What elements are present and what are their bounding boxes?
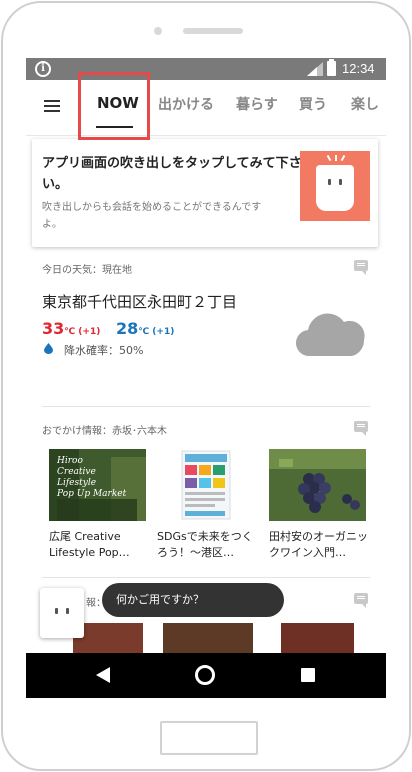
svg-text:Pop Up Market: Pop Up Market: [56, 489, 127, 499]
assistant-character-image: [300, 151, 370, 221]
weather-section-label: 今日の天気：現在地: [42, 265, 132, 276]
outing-thumbnail-2[interactable]: [157, 449, 254, 521]
food-thumbnail-2[interactable]: [163, 623, 253, 653]
app-screen: i 12:34 NOW 出かける 暮らす 買う 楽し アプリ画面の吹き出しをタッ…: [26, 58, 386, 698]
low-temp-value: 28: [116, 319, 139, 338]
section-divider: [42, 577, 370, 578]
high-temp-unit: ℃ (+1): [64, 327, 101, 337]
assistant-speech-bubble[interactable]: 何かご用ですか？: [102, 583, 284, 617]
chat-icon[interactable]: [354, 421, 368, 436]
speaker-grille: [183, 28, 243, 34]
cloud-icon: [296, 313, 365, 357]
outing-thumbnail-1[interactable]: Hiroo Creative Lifestyle Pop Up Market: [49, 449, 146, 521]
raindrop-icon: [44, 343, 53, 354]
assistant-avatar[interactable]: [40, 588, 84, 638]
svg-text:Lifestyle: Lifestyle: [56, 478, 96, 488]
tip-card[interactable]: アプリ画面の吹き出しをタップしてみて下さい。 吹き出しからも会話を始めることがで…: [32, 139, 378, 247]
home-icon[interactable]: [195, 665, 215, 685]
tab-now[interactable]: NOW: [97, 94, 139, 112]
svg-text:Creative: Creative: [57, 467, 96, 477]
section-divider: [42, 406, 370, 407]
navigation-bar: [26, 653, 386, 698]
high-temperature: 33℃ (+1): [42, 319, 100, 338]
tab-go-out[interactable]: 出かける: [158, 94, 214, 114]
low-temperature: 28℃ (+1): [116, 319, 174, 338]
rain-probability: 降水確率：50%: [64, 344, 144, 357]
outing-section-label: おでかけ情報：赤坂･六本木: [42, 426, 167, 437]
outing-title-2[interactable]: SDGsで未来をつくろう！〜港区…: [157, 529, 257, 561]
status-time: 12:34: [342, 61, 375, 76]
tip-card-description: 吹き出しからも会話を始めることができるんですよ。: [42, 202, 262, 230]
hardware-home-button[interactable]: [160, 721, 258, 755]
tab-bar: NOW 出かける 暮らす 買う 楽し: [26, 80, 386, 136]
outing-title-3[interactable]: 田村安のオーガニックワイン入門…: [269, 529, 369, 561]
food-thumbnail-3[interactable]: [281, 623, 354, 653]
recent-apps-icon[interactable]: [301, 668, 315, 682]
chat-icon[interactable]: [354, 593, 368, 608]
outing-title-1[interactable]: 広尾 Creative Lifestyle Pop…: [49, 529, 149, 561]
battery-icon: [327, 59, 336, 76]
status-bar: i 12:34: [26, 58, 386, 80]
signal-icon: [307, 62, 323, 76]
svg-text:Hiroo: Hiroo: [56, 456, 83, 466]
active-tab-indicator: [96, 126, 133, 128]
feed[interactable]: アプリ画面の吹き出しをタップしてみて下さい。 吹き出しからも会話を始めることがで…: [26, 136, 386, 653]
high-temp-value: 33: [42, 319, 65, 338]
tab-living[interactable]: 暮らす: [236, 94, 278, 114]
menu-icon[interactable]: [44, 100, 60, 112]
camera-dot: [154, 27, 162, 35]
tip-card-title: アプリ画面の吹き出しをタップしてみて下さい。: [42, 156, 302, 192]
back-icon[interactable]: [96, 667, 110, 683]
low-temp-unit: ℃ (+1): [138, 327, 175, 337]
weather-location: 東京都千代田区永田町２丁目: [42, 293, 238, 311]
tab-enjoy[interactable]: 楽し: [351, 94, 379, 114]
chat-icon[interactable]: [354, 260, 368, 275]
tab-shopping[interactable]: 買う: [299, 94, 327, 114]
outing-thumbnail-3[interactable]: [269, 449, 366, 521]
info-icon: i: [35, 61, 51, 77]
